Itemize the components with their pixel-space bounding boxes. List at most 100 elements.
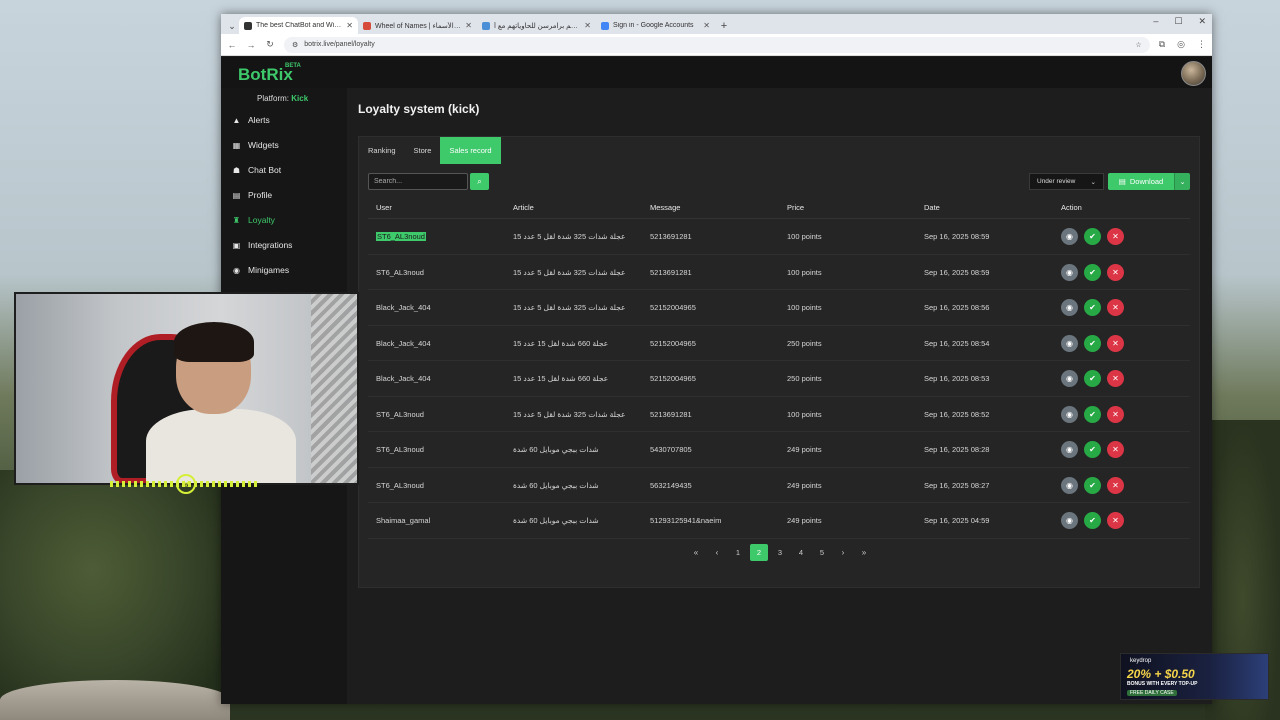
eye-icon: ◉: [1066, 338, 1073, 348]
sales-table-body: ST6_AL3noud عجلة شدات 325 شدة لقل 5 عدد 1…: [368, 219, 1190, 539]
reject-button[interactable]: ✕: [1107, 299, 1124, 316]
new-tab-button[interactable]: +: [715, 20, 733, 32]
status-filter-select[interactable]: Under review ⌄: [1029, 173, 1104, 190]
approve-button[interactable]: ✔: [1084, 441, 1101, 458]
last-page-button[interactable]: »: [855, 544, 873, 561]
reject-button[interactable]: ✕: [1107, 263, 1124, 281]
browser-tab-label: Sign in - Google Accounts: [613, 22, 694, 29]
bookmark-star-icon[interactable]: ☆: [1135, 41, 1141, 49]
extensions-icon[interactable]: ⧉: [1159, 39, 1165, 50]
browser-tab-strip: ⌄ The best ChatBot and Widgets ✕ Wheel of …: [221, 14, 1212, 34]
browser-tab[interactable]: The best ChatBot and Widgets ✕: [239, 17, 358, 34]
view-button[interactable]: ◉: [1061, 334, 1078, 352]
eye-icon: ◉: [1066, 267, 1073, 277]
first-page-button[interactable]: «: [687, 544, 705, 561]
maximize-icon[interactable]: ☐: [1174, 16, 1182, 27]
cell-price: 100 points: [787, 232, 822, 241]
view-button[interactable]: ◉: [1061, 370, 1078, 387]
profile-icon[interactable]: ◎: [1177, 39, 1185, 50]
page-button[interactable]: 2: [750, 544, 768, 561]
view-button[interactable]: ◉: [1061, 476, 1078, 494]
browser-tab[interactable]: Sign in - Google Accounts ✕: [596, 17, 715, 34]
tab-search-icon[interactable]: ⌄: [225, 18, 239, 34]
approve-button[interactable]: ✔: [1084, 263, 1101, 281]
page-button[interactable]: 4: [792, 544, 810, 561]
view-button[interactable]: ◉: [1061, 299, 1078, 316]
botrix-app: BotRix BETA Platform: Kick ▲ Alerts ▦ Widge…: [221, 57, 1212, 704]
approve-button[interactable]: ✔: [1084, 228, 1101, 245]
eye-icon: ◉: [1066, 303, 1073, 312]
page-button[interactable]: 3: [771, 544, 789, 561]
sidebar-item-alerts[interactable]: ▲ Alerts: [232, 110, 344, 130]
reload-icon[interactable]: ↻: [265, 39, 275, 50]
view-button[interactable]: ◉: [1061, 263, 1078, 281]
view-button[interactable]: ◉: [1061, 441, 1078, 458]
tab-store[interactable]: Store: [405, 137, 441, 164]
cell-message: 52152004965: [650, 303, 696, 312]
cell-message: 5632149435: [650, 480, 692, 490]
reject-button[interactable]: ✕: [1107, 370, 1124, 387]
avatar[interactable]: [1181, 61, 1206, 86]
row-actions: ◉ ✔ ✕: [1061, 476, 1124, 494]
approve-button[interactable]: ✔: [1084, 512, 1101, 529]
reject-button[interactable]: ✕: [1107, 512, 1124, 529]
table-row: ST6_AL3noud عجلة شدات 325 شدة لقل 5 عدد 1…: [368, 219, 1190, 255]
approve-button[interactable]: ✔: [1084, 405, 1101, 423]
sidebar-item-profile[interactable]: ▤ Profile: [232, 185, 344, 205]
site-info-icon[interactable]: ⚙: [292, 41, 298, 49]
page-button[interactable]: 1: [729, 544, 747, 561]
row-actions: ◉ ✔ ✕: [1061, 299, 1124, 316]
approve-button[interactable]: ✔: [1084, 334, 1101, 352]
minimize-icon[interactable]: –: [1153, 16, 1158, 27]
reject-button[interactable]: ✕: [1107, 228, 1124, 245]
reject-button[interactable]: ✕: [1107, 334, 1124, 352]
close-window-icon[interactable]: ✕: [1198, 16, 1206, 27]
tab-ranking[interactable]: Ranking: [359, 137, 405, 164]
forward-icon[interactable]: →: [246, 40, 256, 50]
prev-page-button[interactable]: ‹: [708, 544, 726, 561]
approve-button[interactable]: ✔: [1084, 476, 1101, 494]
search-button[interactable]: ⌕: [470, 173, 489, 190]
tab-list: The best ChatBot and Widgets ✕ Wheel of Na…: [239, 17, 715, 34]
page-button[interactable]: 5: [813, 544, 831, 561]
approve-button[interactable]: ✔: [1084, 299, 1101, 316]
reject-button[interactable]: ✕: [1107, 405, 1124, 423]
close-tab-icon[interactable]: ✕: [465, 21, 472, 30]
status-filter-value: Under review: [1037, 178, 1076, 185]
eye-icon: ◉: [1066, 374, 1073, 383]
check-icon: ✔: [1089, 516, 1096, 525]
close-tab-icon[interactable]: ✕: [703, 21, 710, 30]
close-tab-icon[interactable]: ✕: [584, 21, 591, 30]
sidebar-item-minigames[interactable]: ◉ Minigames: [232, 260, 344, 280]
view-button[interactable]: ◉: [1061, 228, 1078, 245]
cell-message: 52152004965: [650, 338, 696, 348]
tab-sales-record[interactable]: Sales record: [440, 137, 501, 164]
download-button[interactable]: ▤ Download: [1108, 173, 1174, 190]
sidebar-item-integrations[interactable]: ▣ Integrations: [232, 235, 344, 255]
browser-tab-label: مهاجم برامرسن للحاوياتهم مع أ..: [494, 22, 581, 30]
url-text: botrix.live/panel/loyalty: [304, 41, 375, 48]
column-header-price: Price: [787, 203, 805, 212]
sidebar-item-chat-bot[interactable]: ☗ Chat Bot: [232, 160, 344, 180]
sidebar-item-loyalty[interactable]: ♜ Loyalty: [232, 210, 344, 230]
back-icon[interactable]: ←: [227, 40, 237, 50]
beta-badge: BETA: [285, 63, 301, 69]
url-field[interactable]: ⚙ botrix.live/panel/loyalty ☆: [284, 36, 1150, 53]
reject-button[interactable]: ✕: [1107, 441, 1124, 458]
approve-button[interactable]: ✔: [1084, 370, 1101, 387]
close-tab-icon[interactable]: ✕: [346, 21, 353, 30]
view-button[interactable]: ◉: [1061, 405, 1078, 423]
chevron-down-icon: ⌄: [1179, 178, 1186, 186]
search-input[interactable]: [368, 173, 468, 190]
view-button[interactable]: ◉: [1061, 512, 1078, 529]
menu-icon[interactable]: ⋮: [1197, 39, 1206, 50]
keydrop-ad[interactable]: keydrop 20% + $0.50 BONUS WITH EVERY TOP…: [1120, 653, 1269, 700]
download-options-button[interactable]: ⌄: [1174, 173, 1190, 190]
favicon-icon: [482, 21, 490, 30]
table-row: Black_Jack_404 عجلة 660 شدة لقل 15 عدد 15…: [368, 326, 1190, 361]
reject-button[interactable]: ✕: [1107, 476, 1124, 494]
next-page-button[interactable]: ›: [834, 544, 852, 561]
browser-tab[interactable]: Wheel of Names | عجلة الأسماء✕: [358, 17, 477, 34]
sidebar-item-widgets[interactable]: ▦ Widgets: [232, 135, 344, 155]
browser-tab[interactable]: مهاجم برامرسن للحاوياتهم مع أ..✕: [477, 17, 596, 34]
